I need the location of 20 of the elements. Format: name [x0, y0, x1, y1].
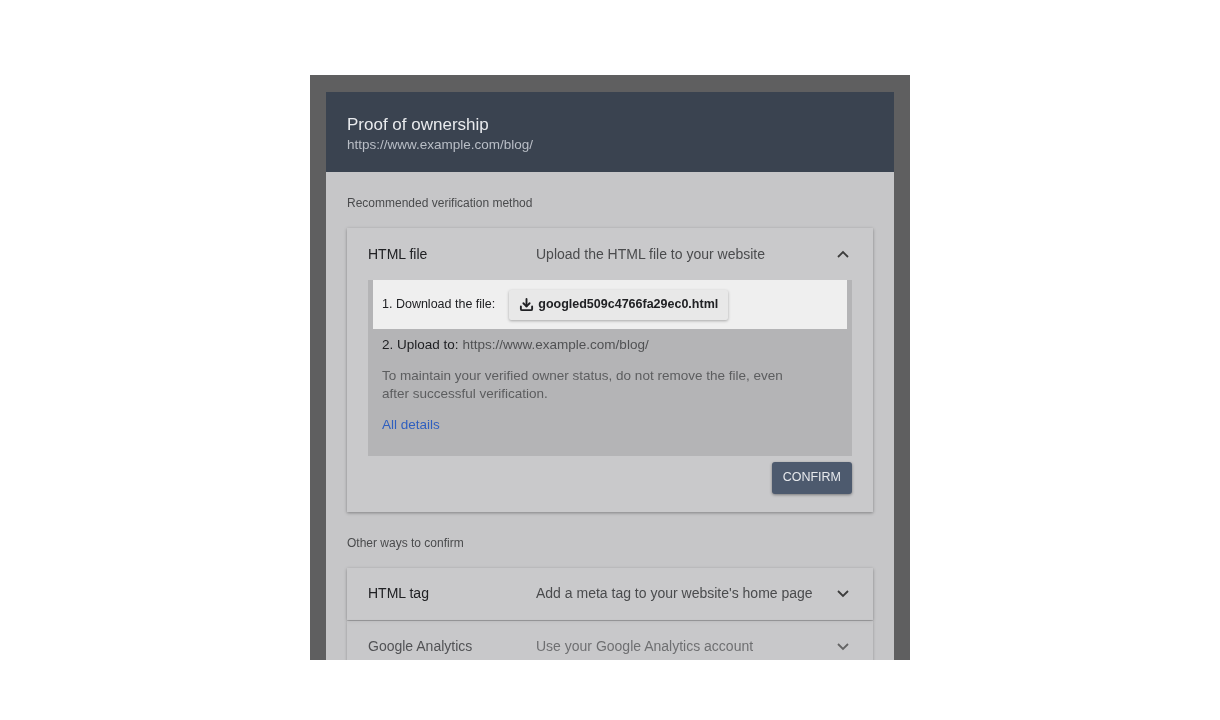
download-label: 1. Download the file:	[382, 296, 496, 314]
method-name: HTML file	[368, 244, 429, 264]
method-name: HTML tag	[368, 584, 430, 603]
method-description: Use your Google Analytics account	[536, 637, 755, 656]
method-header[interactable]: Google Analytics Use your Google Analytics account	[347, 620, 873, 660]
section-heading: Other ways to confirm	[347, 534, 465, 552]
upload-label: 2. Upload to:	[382, 336, 459, 354]
upload-url: https://www.example.com/blog/	[462, 336, 649, 354]
retention-note: To maintain your verified owner status, do not remove the file, even after successful verification.	[382, 367, 784, 404]
download-file-button[interactable]: googled509c4766fa29ec0.html	[509, 289, 729, 320]
method-description: Add a meta tag to your website's home page	[536, 584, 814, 603]
dialog-title: Proof of ownership	[347, 114, 490, 135]
method-description: Upload the HTML file to your website	[536, 244, 767, 264]
section-heading: Recommended verification method	[347, 195, 534, 212]
method-header[interactable]: HTML file Upload the HTML file to your website	[347, 228, 873, 280]
download-icon	[519, 297, 535, 312]
dialog-subtitle: https://www.example.com/blog/	[347, 136, 535, 154]
method-name: Google Analytics	[368, 637, 474, 656]
confirm-button[interactable]: CONFIRM	[771, 461, 852, 494]
method-header[interactable]: HTML tag Add a meta tag to your website's home page	[347, 567, 873, 620]
